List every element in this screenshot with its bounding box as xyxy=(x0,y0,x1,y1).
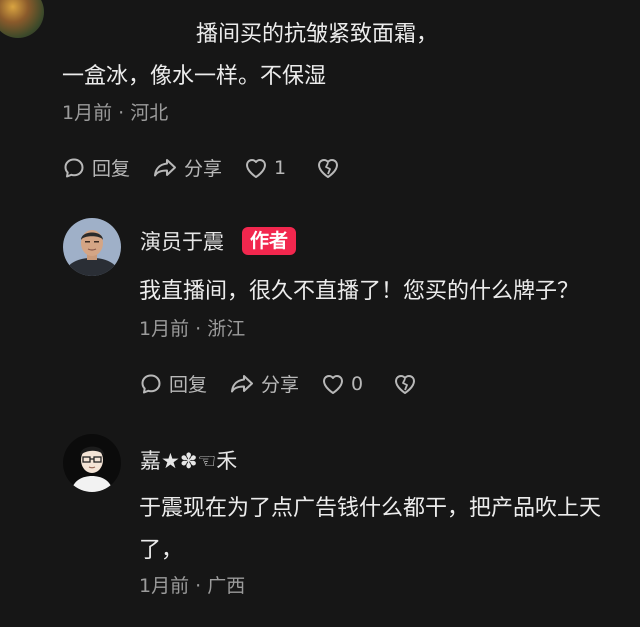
comment-time: 1月前 xyxy=(62,102,113,124)
broken-heart-icon xyxy=(316,157,340,179)
like-count: 1 xyxy=(274,156,287,179)
dislike-button[interactable] xyxy=(316,157,340,179)
comment-meta: 1月前 · 浙江 xyxy=(139,314,245,341)
like-count: 0 xyxy=(351,372,364,395)
author-avatar[interactable] xyxy=(63,218,121,276)
comment-meta: 1月前 · 广西 xyxy=(139,571,245,598)
author-badge: 作者 xyxy=(242,227,297,255)
share-button[interactable]: 分享 xyxy=(152,154,222,181)
dislike-button[interactable] xyxy=(393,373,417,395)
comment-text: 我直播间，很久不直播了！您买的什么牌子？ xyxy=(139,279,580,304)
reply-label: 回复 xyxy=(92,158,131,180)
comment-location: 浙江 xyxy=(207,318,246,340)
author-header: 演员于震 作者 xyxy=(140,226,297,256)
comment-time: 1月前 xyxy=(139,575,190,597)
commenter-avatar[interactable] xyxy=(63,434,121,492)
reply-button[interactable]: 回复 xyxy=(62,154,130,181)
meta-separator: · xyxy=(118,102,125,124)
like-button[interactable]: 1 xyxy=(244,157,286,179)
share-label: 分享 xyxy=(184,158,223,180)
broken-heart-icon xyxy=(393,373,417,395)
meta-separator: · xyxy=(195,575,202,597)
comment-text-line: 于震现在为了点广告钱什么都干，把产品吹上天 xyxy=(139,496,602,521)
share-label: 分享 xyxy=(261,374,300,396)
comment-location: 河北 xyxy=(130,102,169,124)
comment-text-line: 播间买的抗皱紧致面霜， xyxy=(196,22,439,47)
comment-meta: 1月前 · 河北 xyxy=(62,98,168,125)
comment-text-line: 一盒冰，像水一样。不保湿 xyxy=(62,64,327,89)
meta-separator: · xyxy=(195,318,202,340)
share-button[interactable]: 分享 xyxy=(229,370,299,397)
comment-location: 广西 xyxy=(207,575,246,597)
comment-actions: 回复 分享 1 xyxy=(62,154,340,181)
author-name[interactable]: 演员于震 xyxy=(140,226,224,256)
heart-icon xyxy=(244,157,268,179)
reply-icon xyxy=(62,156,86,180)
commenter-name[interactable]: 嘉★✽☜禾 xyxy=(140,445,237,475)
heart-icon xyxy=(321,373,345,395)
share-icon xyxy=(152,156,178,180)
comment-time: 1月前 xyxy=(139,318,190,340)
reply-icon xyxy=(139,372,163,396)
share-icon xyxy=(229,372,255,396)
reply-label: 回复 xyxy=(169,374,208,396)
comment-actions: 回复 分享 0 xyxy=(139,370,417,397)
commenter-avatar[interactable] xyxy=(0,0,44,38)
reply-button[interactable]: 回复 xyxy=(139,370,207,397)
like-button[interactable]: 0 xyxy=(321,373,363,395)
comment-text-line: 了， xyxy=(139,538,184,563)
